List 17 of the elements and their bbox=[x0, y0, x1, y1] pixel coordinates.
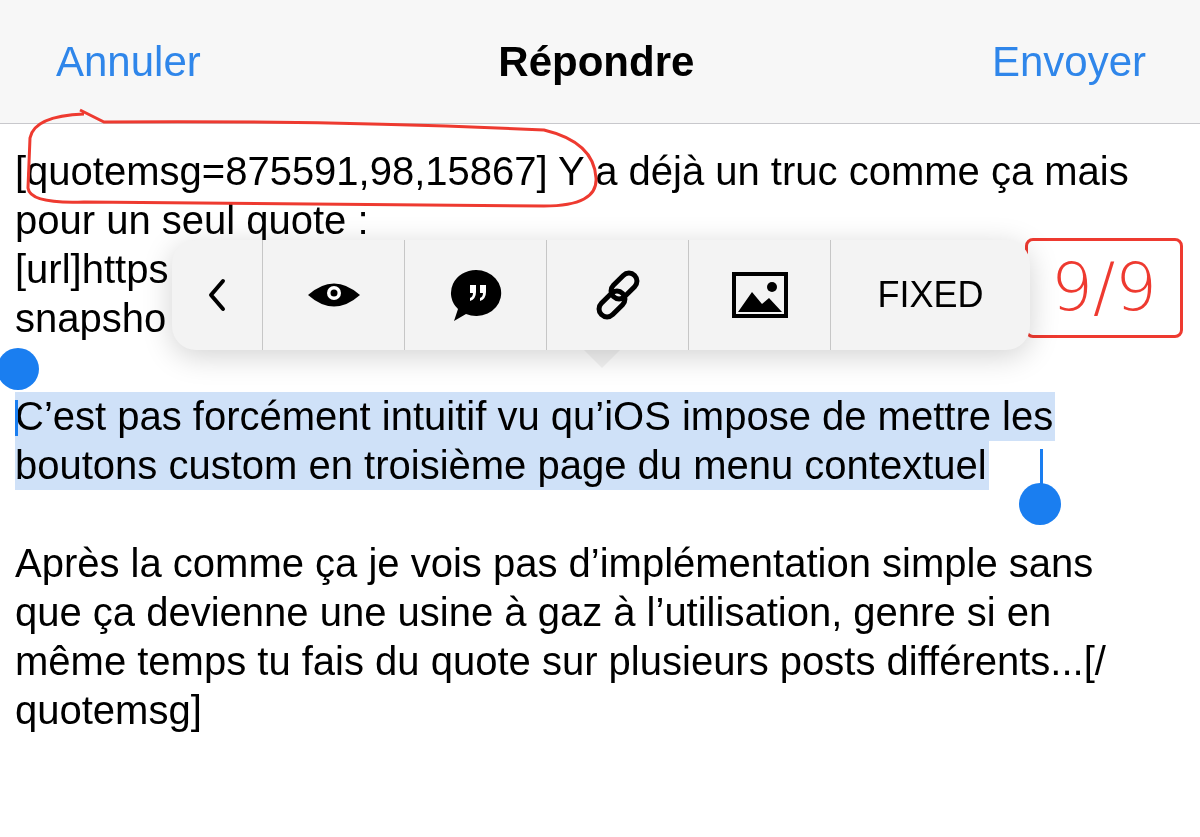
back-icon bbox=[207, 278, 227, 312]
selection-end-handle[interactable] bbox=[1019, 483, 1061, 525]
image-icon bbox=[731, 272, 788, 318]
menu-item[interactable]: FIXED bbox=[830, 240, 1030, 350]
text-line: même temps tu fais du quote sur plusieurs posts différents...[/ bbox=[15, 638, 1106, 685]
send-button[interactable]: Envoyer bbox=[991, 37, 1146, 86]
selection-end-caret bbox=[1040, 449, 1043, 485]
text-line: pour un seul quote : bbox=[15, 197, 369, 244]
selection-start-handle[interactable] bbox=[0, 348, 39, 390]
cancel-button[interactable]: Annuler bbox=[56, 37, 201, 86]
text-line: [url]https bbox=[15, 246, 169, 293]
text-line: quotemsg] bbox=[15, 687, 202, 734]
text-line: Après la comme ça je vois pas d’implémentation simple sans bbox=[15, 540, 1094, 587]
screen-title: Répondre bbox=[498, 37, 695, 86]
text-line: que ça devienne une usine à gaz à l’utilisation, genre si en bbox=[15, 589, 1052, 636]
text-line: snapsho bbox=[15, 295, 167, 342]
selection-start-caret bbox=[15, 400, 18, 436]
